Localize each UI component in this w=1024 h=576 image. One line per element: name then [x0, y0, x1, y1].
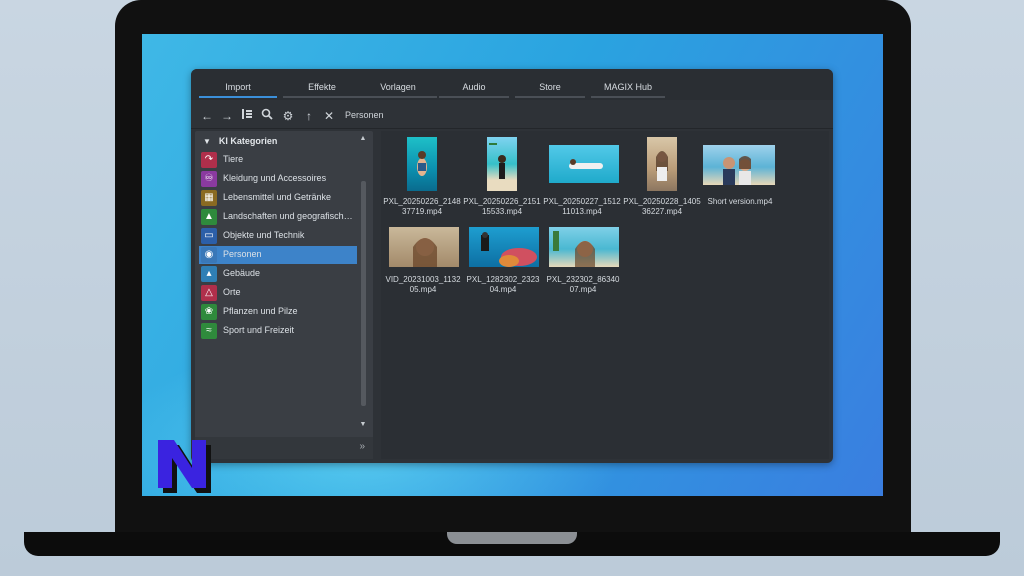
video-thumbnail: [647, 137, 677, 191]
video-thumbnail: [549, 145, 619, 183]
animal-icon: ↷: [201, 152, 217, 168]
n-logo: [154, 436, 212, 494]
file-name: PXL_20250228_1405 36227.mp4: [623, 197, 701, 216]
video-thumbnail: [703, 145, 775, 185]
sidebar-footer: »: [195, 437, 373, 459]
sidebar-item-pflanzen[interactable]: ❀ Pflanzen und Pilze: [199, 303, 357, 321]
video-thumbnail: [407, 137, 437, 191]
media-file[interactable]: PXL_1282302_2323 04.mp4: [463, 227, 543, 307]
tab-magix-hub-label: MAGIX Hub: [603, 82, 652, 92]
file-name: PXL_20250226_2151 15533.mp4: [463, 197, 541, 216]
tab-import[interactable]: Import: [199, 82, 277, 98]
arrow-up-icon[interactable]: ↑: [301, 108, 317, 124]
sidebar-item-label: Gebäude: [223, 268, 261, 278]
video-thumbnail: [487, 137, 517, 191]
file-name: Short version.mp4: [707, 197, 773, 206]
search-icon[interactable]: [259, 108, 275, 124]
scroll-down-icon[interactable]: ▼: [359, 421, 367, 428]
close-icon[interactable]: ✕: [321, 108, 337, 124]
building-icon: ▴: [201, 266, 217, 282]
media-file[interactable]: PXL_20250226_2148 37719.mp4: [383, 137, 461, 217]
tab-vorlagen[interactable]: Vorlagen: [359, 82, 437, 98]
media-file[interactable]: Short version.mp4: [701, 137, 779, 217]
basket-icon: ▦: [201, 190, 217, 206]
media-grid: PXL_20250226_2148 37719.mp4 PXL_20250226…: [381, 131, 829, 459]
sidebar-item-landschaften[interactable]: ▲ Landschaften und geografisch…: [199, 208, 357, 226]
video-thumbnail: [389, 227, 459, 267]
place-icon: △: [201, 285, 217, 301]
file-name: PXL_20250226_2148 37719.mp4: [383, 197, 461, 216]
media-file[interactable]: PXL_232302_86340 07.mp4: [543, 227, 623, 307]
category-header[interactable]: ▼ KI Kategorien: [203, 136, 277, 146]
device-icon: ▭: [201, 228, 217, 244]
sidebar-item-label: Objekte und Technik: [223, 230, 305, 240]
tab-vorlagen-label: Vorlagen: [380, 82, 416, 92]
breadcrumb[interactable]: Personen: [345, 110, 384, 120]
sidebar-item-orte[interactable]: △ Orte: [199, 284, 357, 302]
category-header-label: KI Kategorien: [218, 136, 278, 146]
file-name: VID_20231003_1132 05.mp4: [385, 275, 461, 294]
toolbar: ← → ⚙ ↑ ✕ Personen: [191, 104, 833, 129]
sidebar-item-label: Landschaften und geografisch…: [223, 211, 353, 221]
tab-bar: Import Effekte Vorlagen Audio Store MAGI…: [191, 69, 833, 100]
category-sidebar: ▼ KI Kategorien ↷ Tiere ♾ Kleidung und Ac…: [195, 131, 373, 459]
sidebar-item-lebensmittel[interactable]: ▦ Lebensmittel und Getränke: [199, 189, 357, 207]
laptop-notch: [447, 532, 577, 544]
sidebar-item-label: Personen: [223, 249, 262, 259]
tab-effekte[interactable]: Effekte: [283, 82, 361, 98]
list-view-icon[interactable]: [239, 108, 255, 124]
sidebar-item-label: Orte: [223, 287, 241, 297]
plant-icon: ❀: [201, 304, 217, 320]
gear-icon[interactable]: ⚙: [280, 108, 296, 124]
people-icon: ◉: [201, 247, 217, 263]
arrow-right-icon[interactable]: →: [219, 108, 235, 124]
scroll-up-icon[interactable]: ▲: [359, 135, 367, 142]
sidebar-item-tiere[interactable]: ↷ Tiere: [199, 151, 357, 169]
tab-import-label: Import: [225, 82, 251, 92]
tab-effekte-label: Effekte: [308, 82, 336, 92]
sidebar-item-label: Pflanzen und Pilze: [223, 306, 298, 316]
file-name: PXL_1282302_2323 04.mp4: [466, 275, 540, 294]
file-name: PXL_232302_86340 07.mp4: [546, 275, 620, 294]
media-file[interactable]: VID_20231003_1132 05.mp4: [383, 227, 463, 307]
sidebar-item-label: Sport und Freizeit: [223, 325, 295, 335]
chevron-down-icon[interactable]: ▼: [203, 137, 211, 146]
sidebar-item-label: Lebensmittel und Getränke: [223, 192, 332, 202]
sidebar-item-gebaeude[interactable]: ▴ Gebäude: [199, 265, 357, 283]
sidebar-scrollbar[interactable]: ▲ ▼: [359, 135, 367, 431]
sidebar-item-sport[interactable]: ≈ Sport und Freizeit: [199, 322, 357, 340]
media-pool-window: Import Effekte Vorlagen Audio Store MAGI…: [191, 69, 833, 463]
landscape-icon: ▲: [201, 209, 217, 225]
sidebar-item-label: Kleidung und Accessoires: [223, 173, 327, 183]
media-file[interactable]: PXL_20250226_2151 15533.mp4: [463, 137, 541, 217]
sport-icon: ≈: [201, 323, 217, 339]
clothing-icon: ♾: [201, 171, 217, 187]
sidebar-item-kleidung[interactable]: ♾ Kleidung und Accessoires: [199, 170, 357, 188]
media-file[interactable]: PXL_20250227_1512 11013.mp4: [543, 137, 621, 217]
scroll-thumb[interactable]: [361, 181, 366, 406]
expand-icon[interactable]: »: [359, 441, 365, 452]
tab-audio[interactable]: Audio: [439, 82, 509, 98]
sidebar-item-objekte[interactable]: ▭ Objekte und Technik: [199, 227, 357, 245]
tab-store[interactable]: Store: [515, 82, 585, 98]
tab-magix-hub[interactable]: MAGIX Hub: [591, 82, 665, 98]
tab-store-label: Store: [539, 82, 561, 92]
media-file[interactable]: PXL_20250228_1405 36227.mp4: [623, 137, 701, 217]
video-thumbnail: [469, 227, 539, 267]
arrow-left-icon[interactable]: ←: [199, 108, 215, 124]
sidebar-item-label: Tiere: [223, 154, 244, 164]
sidebar-item-personen[interactable]: ◉ Personen: [199, 246, 357, 264]
file-name: PXL_20250227_1512 11013.mp4: [543, 197, 621, 216]
tab-audio-label: Audio: [462, 82, 486, 92]
video-thumbnail: [549, 227, 619, 267]
